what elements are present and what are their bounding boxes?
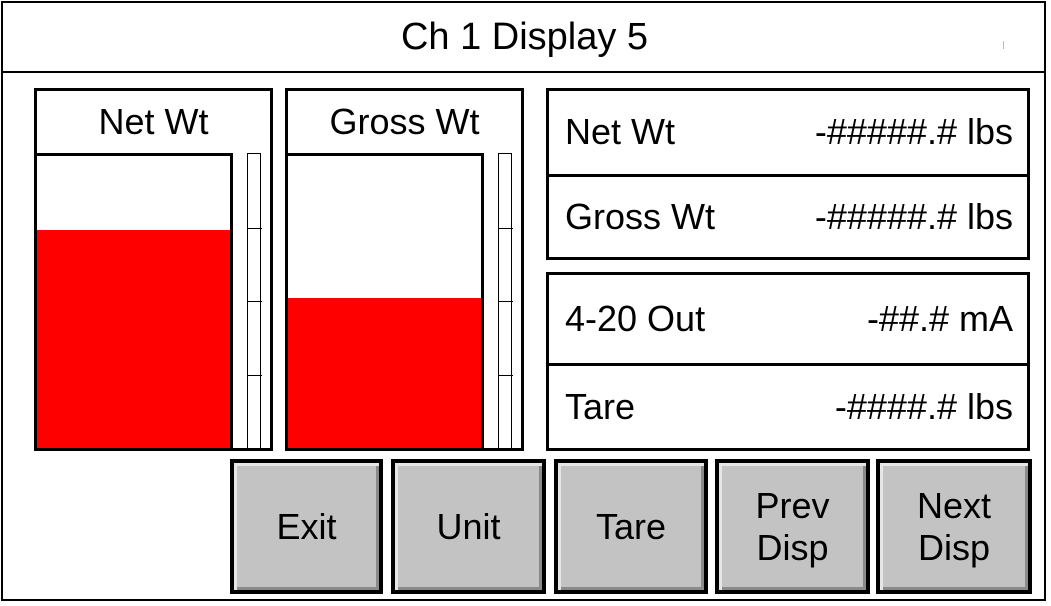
- tare-readout: Tare -####.# lbs: [549, 367, 1027, 447]
- scale-tick: [248, 227, 262, 229]
- gross-wt-readout: Gross Wt -#####.# lbs: [549, 177, 1027, 257]
- gross-wt-bar-area: [288, 153, 484, 448]
- output-tare-readouts: 4-20 Out -##.# mA Tare -####.# lbs: [546, 272, 1030, 451]
- net-wt-readout-label: Net Wt: [565, 111, 676, 152]
- scale-tick: [499, 374, 513, 376]
- net-wt-bar-fill: [37, 230, 230, 448]
- prev-display-button[interactable]: Prev Disp: [715, 459, 870, 594]
- scale-tick: [499, 301, 513, 302]
- tare-readout-label: Tare: [565, 386, 636, 427]
- net-wt-scale: [247, 153, 262, 448]
- net-wt-readout: Net Wt -#####.# lbs: [549, 92, 1027, 172]
- scale-tick: [248, 301, 262, 302]
- tare-readout-value: -####.# lbs: [834, 386, 1013, 427]
- page-title: Ch 1 Display 5: [3, 3, 1046, 73]
- scale-tick: [499, 227, 513, 229]
- gross-wt-bar-panel: Gross Wt: [285, 88, 524, 451]
- tare-button[interactable]: Tare: [554, 459, 708, 594]
- gross-wt-readout-label: Gross Wt: [565, 196, 715, 237]
- gross-wt-readout-value: -#####.# lbs: [814, 196, 1013, 237]
- gross-wt-bar-fill: [288, 297, 481, 448]
- unit-button[interactable]: Unit: [391, 459, 546, 594]
- scale-tick: [248, 374, 262, 376]
- title-text: Ch 1 Display 5: [400, 15, 649, 58]
- readout-divider: [549, 363, 1027, 366]
- analog-out-readout-label: 4-20 Out: [565, 298, 706, 339]
- exit-button[interactable]: Exit: [230, 459, 383, 594]
- next-display-button[interactable]: Next Disp: [876, 459, 1032, 594]
- title-corner-mark: [1003, 41, 1004, 49]
- net-wt-bar-area: [37, 153, 233, 448]
- analog-out-readout-value: -##.# mA: [866, 298, 1013, 339]
- analog-out-readout: 4-20 Out -##.# mA: [549, 279, 1027, 359]
- net-wt-readout-value: -#####.# lbs: [814, 111, 1013, 152]
- net-wt-bar-label: Net Wt: [98, 101, 209, 142]
- net-wt-bar-panel: Net Wt: [34, 88, 273, 451]
- weight-readouts: Net Wt -#####.# lbs Gross Wt -#####.# lb…: [546, 88, 1030, 260]
- gross-wt-scale: [498, 153, 513, 448]
- gross-wt-bar-label: Gross Wt: [329, 101, 480, 142]
